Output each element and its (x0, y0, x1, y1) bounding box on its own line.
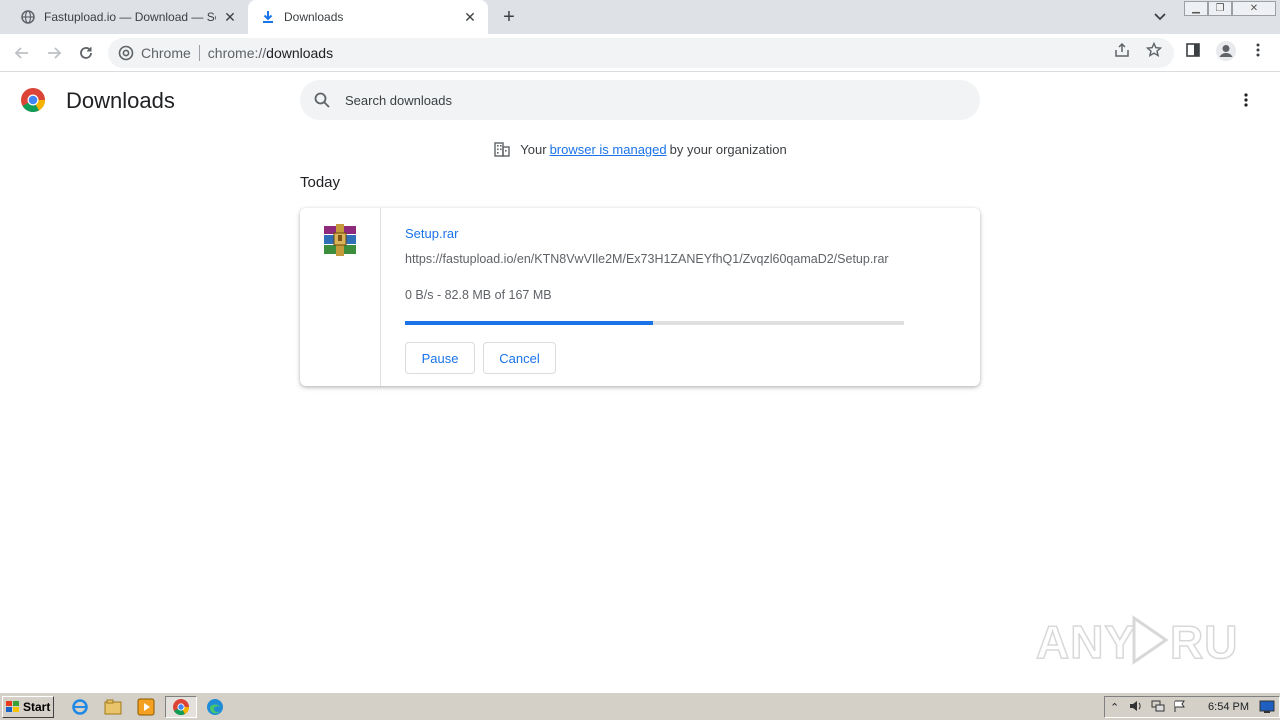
search-input[interactable] (345, 92, 945, 108)
svg-text:ANY: ANY (1036, 616, 1136, 668)
taskbar-clock[interactable]: 6:54 PM (1208, 701, 1249, 713)
svg-text:RUN: RUN (1170, 616, 1236, 668)
chrome-logo-icon (20, 87, 46, 113)
tab-title: Downloads (284, 10, 344, 24)
managed-notice: Your browser is managed by your organiza… (0, 140, 1280, 158)
page-title: Downloads (66, 88, 175, 113)
internet-explorer-icon[interactable] (69, 697, 91, 717)
start-label: Start (23, 700, 51, 714)
minimize-button[interactable]: ▁ (1184, 1, 1208, 16)
download-progress-fill (405, 321, 653, 325)
tab-strip: Fastupload.io — Download — Setup.rar ✕ D… (0, 0, 1280, 34)
site-chip-label: Chrome (141, 45, 191, 61)
download-icon (260, 9, 276, 25)
show-hidden-icons-icon[interactable]: ⌃ (1110, 701, 1119, 714)
url-text: chrome://downloads (208, 45, 333, 61)
omnibox-separator (198, 45, 200, 61)
download-source-url[interactable]: https://fastupload.io/en/KTN8VwVIle2M/Ex… (405, 252, 889, 266)
file-icon-column (300, 208, 381, 386)
forward-arrow-icon (48, 47, 62, 59)
pause-button[interactable]: Pause (405, 342, 475, 374)
forward-button[interactable] (43, 42, 65, 64)
managed-suffix: by your organization (669, 141, 787, 157)
close-tab-icon[interactable]: ✕ (222, 9, 238, 25)
chrome-small-icon (118, 45, 134, 61)
download-card: Setup.rar https://fastupload.io/en/KTN8V… (300, 208, 980, 386)
system-tray: ⌃ 6:54 PM (1104, 696, 1280, 718)
download-file-name-link[interactable]: Setup.rar (405, 226, 458, 241)
url-host: downloads (266, 45, 334, 61)
restore-button[interactable]: ❐ (1208, 1, 1232, 16)
chrome-taskbar-icon (173, 699, 190, 716)
tab-fastupload[interactable]: Fastupload.io — Download — Setup.rar ✕ (8, 0, 248, 34)
tab-title: Fastupload.io — Download — Setup.rar (44, 10, 216, 24)
profile-avatar-icon[interactable] (1215, 40, 1237, 62)
section-header-today: Today (300, 174, 341, 191)
site-chip[interactable]: Chrome (118, 45, 191, 61)
reload-button[interactable] (75, 42, 97, 64)
edge-icon[interactable] (204, 697, 226, 717)
chrome-menu-icon[interactable] (1249, 41, 1267, 59)
media-player-icon[interactable] (135, 697, 157, 717)
close-tab-icon[interactable]: ✕ (462, 9, 478, 25)
more-actions-icon[interactable] (1236, 90, 1256, 110)
back-button[interactable] (11, 42, 33, 64)
url-scheme: chrome:// (207, 45, 267, 61)
close-window-button[interactable]: ✕ (1232, 1, 1276, 16)
building-icon (494, 142, 510, 157)
taskbar-chrome-button[interactable] (165, 696, 197, 718)
download-progress-bar (405, 321, 904, 325)
cancel-button[interactable]: Cancel (483, 342, 556, 374)
action-center-flag-icon[interactable] (1173, 700, 1187, 715)
tab-downloads[interactable]: Downloads ✕ (248, 0, 488, 34)
start-button[interactable]: Start (2, 696, 54, 718)
winrar-archive-icon (323, 224, 357, 256)
windows-taskbar: Start ⌃ 6:54 PM (0, 692, 1280, 720)
browser-managed-link[interactable]: browser is managed (550, 142, 667, 157)
share-icon[interactable] (1113, 41, 1131, 59)
volume-icon[interactable] (1129, 700, 1143, 715)
network-icon[interactable] (1151, 700, 1165, 715)
downloads-page: Downloads Your browser is managed by you… (0, 72, 1280, 692)
anyrun-watermark-logo: ANY RUN (1036, 610, 1236, 670)
windows-flag-icon (6, 701, 19, 712)
search-icon (314, 92, 330, 108)
back-arrow-icon (14, 47, 28, 59)
bookmark-star-icon[interactable] (1145, 41, 1163, 59)
file-explorer-icon[interactable] (102, 697, 124, 717)
globe-icon (20, 9, 36, 25)
address-bar[interactable]: Chrome chrome://downloads (108, 38, 1174, 68)
search-downloads-box[interactable] (300, 80, 980, 120)
reload-icon (80, 47, 92, 59)
tab-search-chevron-icon[interactable] (1150, 8, 1170, 26)
show-desktop-icon[interactable] (1259, 700, 1275, 717)
browser-toolbar: Chrome chrome://downloads (0, 34, 1280, 72)
new-tab-button[interactable]: + (498, 6, 520, 28)
side-panel-icon[interactable] (1184, 41, 1202, 59)
managed-prefix: Your (520, 141, 547, 157)
download-status-text: 0 B/s - 82.8 MB of 167 MB (405, 288, 552, 302)
